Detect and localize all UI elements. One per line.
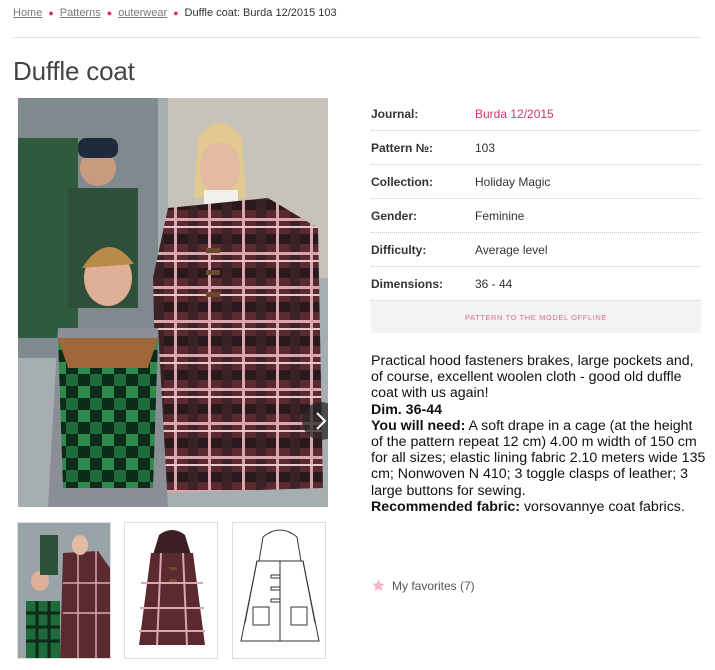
detail-row-dimensions: Dimensions: 36 - 44 — [371, 267, 701, 301]
divider — [13, 37, 701, 38]
breadcrumb-current: Duffle coat: Burda 12/2015 103 — [184, 7, 337, 19]
detail-label: Collection: — [371, 174, 433, 189]
description-fabric-text: vorsovannye coat fabrics. — [520, 498, 685, 515]
description-intro: Practical hood fasteners brakes, large p… — [371, 353, 694, 402]
detail-label: Gender: — [371, 208, 418, 223]
page-title: Duffle coat — [13, 56, 135, 86]
favorites-button[interactable]: My favorites (7) — [371, 578, 475, 593]
thumbnail-image — [125, 523, 217, 658]
favorites-label: My favorites (7) — [392, 578, 475, 593]
photo-illustration — [18, 98, 328, 507]
breadcrumb-separator: ● — [173, 8, 179, 18]
detail-label: Pattern №: — [371, 140, 434, 155]
main-product-photo[interactable] — [18, 98, 328, 507]
journal-link[interactable]: Burda 12/2015 — [475, 107, 554, 121]
pattern-description: Practical hood fasteners brakes, large p… — [371, 353, 706, 515]
pattern-details: Journal: Burda 12/2015 Pattern №: 103 Co… — [371, 97, 701, 301]
description-fabric-label: Recommended fabric: — [371, 498, 521, 515]
detail-value: Average level — [475, 242, 548, 257]
breadcrumb-home-link[interactable]: Home — [13, 7, 42, 19]
thumbnail-image — [233, 523, 325, 658]
breadcrumb-separator: ● — [48, 8, 54, 18]
breadcrumb-outerwear-link[interactable]: outerwear — [118, 7, 167, 19]
description-dimensions: Dim. 36-44 — [371, 401, 442, 418]
breadcrumb: Home ● Patterns ● outerwear ● Duffle coat: Bur… — [13, 7, 337, 19]
description-need-label: You will need: — [371, 417, 466, 434]
detail-row-journal: Journal: Burda 12/2015 — [371, 97, 701, 131]
pattern-offline-button[interactable]: PATTERN TO THE MODEL OFFLINE — [371, 301, 701, 333]
detail-value: Feminine — [475, 208, 525, 223]
detail-value: Holiday Magic — [475, 174, 551, 189]
chevron-right-icon — [316, 412, 327, 430]
breadcrumb-patterns-link[interactable]: Patterns — [60, 7, 101, 19]
detail-row-pattern: Pattern №: 103 — [371, 131, 701, 165]
detail-value: 36 - 44 — [475, 276, 513, 291]
detail-value: 103 — [475, 140, 496, 155]
detail-row-collection: Collection: Holiday Magic — [371, 165, 701, 199]
thumbnail-sketch[interactable] — [232, 522, 326, 659]
detail-row-difficulty: Difficulty: Average level — [371, 233, 701, 267]
thumbnail-image — [18, 523, 110, 658]
detail-label: Journal: — [371, 106, 419, 121]
detail-label: Dimensions: — [371, 276, 444, 291]
detail-row-gender: Gender: Feminine — [371, 199, 701, 233]
star-icon — [372, 579, 385, 592]
thumbnail-coat[interactable] — [124, 522, 218, 659]
breadcrumb-separator: ● — [106, 8, 113, 18]
thumbnail-photo[interactable] — [17, 522, 111, 659]
detail-label: Difficulty: — [371, 242, 427, 257]
